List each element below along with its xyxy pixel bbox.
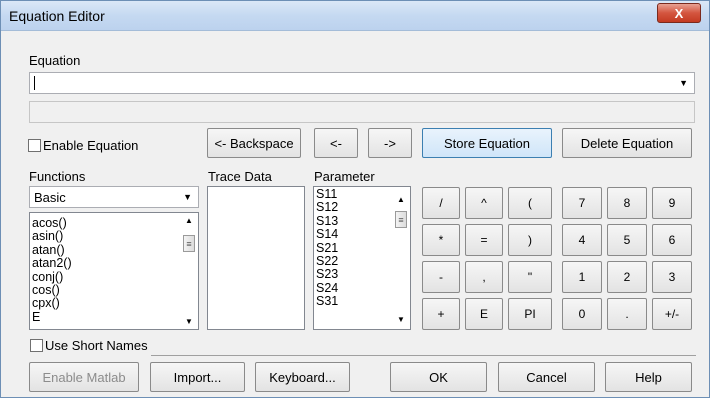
digit-button-5[interactable]: 5 [607,224,647,256]
footer-divider [151,355,696,356]
use-short-names-checkbox[interactable] [30,339,43,352]
parameter-label: Parameter [314,169,375,184]
digit-button-6[interactable]: 6 [652,224,692,256]
enable-matlab-button[interactable]: Enable Matlab [29,362,139,392]
cancel-button[interactable]: Cancel [498,362,595,392]
chevron-down-icon[interactable]: ▼ [183,192,192,202]
help-button[interactable]: Help [605,362,692,392]
functions-label: Functions [29,169,86,184]
scroll-thumb[interactable]: ≡ [395,211,407,228]
list-item[interactable]: S31 [316,294,338,308]
trace-data-list[interactable] [207,186,305,330]
window-title: Equation Editor [9,8,105,24]
scroll-up-icon[interactable]: ▲ [185,216,193,225]
list-item[interactable]: acos() [32,216,72,230]
function-category-value: Basic [34,190,66,205]
list-item[interactable]: S22 [316,254,338,268]
keyboard-button[interactable]: Keyboard... [255,362,350,392]
chevron-down-icon[interactable]: ▼ [679,78,688,88]
equation-input[interactable]: ▼ [29,72,695,94]
list-item[interactable]: S13 [316,214,338,228]
list-item[interactable]: asin() [32,229,72,243]
list-item[interactable]: S11 [316,187,338,201]
op-button-open-paren[interactable]: ( [508,187,552,219]
scroll-up-icon[interactable]: ▲ [397,195,405,204]
op-button-close-paren[interactable]: ) [508,224,552,256]
digit-button-4[interactable]: 4 [562,224,602,256]
digit-button-decimal[interactable]: . [607,298,647,330]
use-short-names-label: Use Short Names [45,338,148,353]
digit-button-7[interactable]: 7 [562,187,602,219]
equation-label: Equation [29,53,81,68]
op-button-divide[interactable]: / [422,187,460,219]
enable-equation-label: Enable Equation [43,138,139,153]
list-item[interactable]: S12 [316,200,338,214]
close-icon: X [674,5,684,21]
delete-equation-button[interactable]: Delete Equation [562,128,692,158]
digit-button-1[interactable]: 1 [562,261,602,293]
op-button-quote[interactable]: " [508,261,552,293]
cursor-left-button[interactable]: <- [314,128,358,158]
op-button-minus[interactable]: - [422,261,460,293]
list-item[interactable]: E [32,310,72,324]
list-item[interactable]: atan() [32,243,72,257]
list-item[interactable]: S23 [316,268,338,282]
digit-button-8[interactable]: 8 [607,187,647,219]
op-button-e[interactable]: E [465,298,503,330]
digit-button-3[interactable]: 3 [652,261,692,293]
list-item[interactable]: S21 [316,241,338,255]
enable-equation-checkbox[interactable] [28,139,41,152]
digit-button-negate[interactable]: +/- [652,298,692,330]
digit-button-9[interactable]: 9 [652,187,692,219]
close-button[interactable]: X [657,3,701,23]
digit-button-0[interactable]: 0 [562,298,602,330]
op-button-plus[interactable]: + [422,298,460,330]
import-button[interactable]: Import... [150,362,245,392]
list-item[interactable]: S14 [316,227,338,241]
op-button-comma[interactable]: , [465,261,503,293]
op-button-equals[interactable]: = [465,224,503,256]
equation-editor-window: Equation Editor X Equation ▼ Enable Equa… [0,0,710,398]
op-button-pi[interactable]: PI [508,298,552,330]
trace-data-label: Trace Data [208,169,272,184]
equation-status-field [29,101,695,123]
parameter-list[interactable]: S11 S12 S13 S14 S21 S22 S23 S24 S31 ▲ ≡ … [313,186,411,330]
scroll-down-icon[interactable]: ▼ [185,317,193,326]
digit-button-2[interactable]: 2 [607,261,647,293]
list-item[interactable]: S24 [316,281,338,295]
backspace-button[interactable]: <- Backspace [207,128,301,158]
parameter-scrollbar[interactable]: ▲ ≡ ▼ [393,187,410,329]
ok-button[interactable]: OK [390,362,487,392]
list-item[interactable]: cos() [32,283,72,297]
list-item[interactable]: atan2() [32,256,72,270]
function-category-select[interactable]: Basic ▼ [29,186,199,208]
store-equation-button[interactable]: Store Equation [422,128,552,158]
functions-scrollbar[interactable]: ▲ ≡ ▼ [181,213,198,329]
text-caret [34,76,35,90]
title-bar[interactable]: Equation Editor X [1,1,709,31]
op-button-multiply[interactable]: * [422,224,460,256]
scroll-thumb[interactable]: ≡ [183,235,195,252]
list-item[interactable]: cpx() [32,297,72,311]
op-button-power[interactable]: ^ [465,187,503,219]
cursor-right-button[interactable]: -> [368,128,412,158]
functions-list[interactable]: acos() asin() atan() atan2() conj() cos(… [29,212,199,330]
scroll-down-icon[interactable]: ▼ [397,315,405,324]
list-item[interactable]: conj() [32,270,72,284]
